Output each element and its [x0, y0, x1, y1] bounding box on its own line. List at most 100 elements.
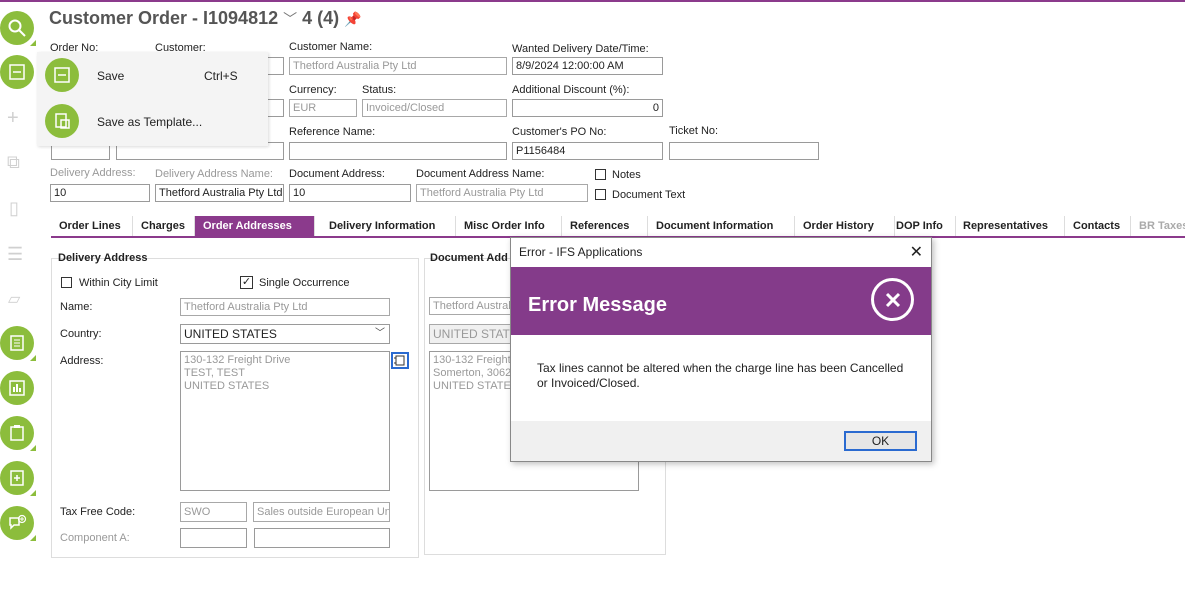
analysis-button[interactable]	[0, 371, 34, 405]
save-context-menu: Save Ctrl+S Save as Template...	[37, 52, 268, 146]
country-select[interactable]: UNITED STATES ﹀	[180, 324, 390, 344]
error-heading: Error Message	[528, 294, 667, 316]
delivery-address-name-label: Delivery Address Name:	[155, 168, 273, 180]
wanted-delivery-field[interactable]: 8/9/2024 12:00:00 AM	[512, 57, 663, 75]
tax-free-code-label: Tax Free Code:	[60, 506, 136, 518]
error-dialog: Error - IFS Applications ✕ Error Message…	[510, 237, 932, 462]
ok-button[interactable]: OK	[844, 431, 917, 451]
chat-corner-indicator	[30, 535, 36, 541]
tab-charges[interactable]: Charges	[133, 216, 195, 236]
single-occurrence-label: Single Occurrence	[259, 277, 350, 289]
document-country-field[interactable]: UNITED STATE	[429, 324, 514, 344]
dialog-footer: OK	[511, 421, 931, 461]
country-label: Country:	[60, 328, 102, 340]
dialog-caption: Error - IFS Applications	[519, 245, 643, 259]
list-icon[interactable]: ☰	[7, 244, 23, 264]
attachment-icon[interactable]: ▱	[8, 290, 20, 310]
chevron-down-icon: ﹀	[375, 328, 385, 339]
component-a-label: Component A:	[60, 532, 130, 544]
name-field[interactable]: Thetford Australia Pty Ltd	[180, 298, 390, 316]
page-title: Customer Order - I1094812 ﹀ 4 (4) 📌	[49, 8, 362, 29]
address-book-icon	[394, 355, 405, 366]
tab-order-lines[interactable]: Order Lines	[51, 216, 133, 236]
document-name-field[interactable]: Thetford Australia	[429, 297, 514, 315]
ticket-no-field[interactable]	[669, 142, 819, 160]
document-address-name-label: Document Address Name:	[416, 168, 545, 180]
menu-item-shortcut: Ctrl+S	[204, 69, 238, 83]
chat-button[interactable]	[0, 506, 34, 540]
error-x-icon	[871, 278, 914, 321]
currency-field[interactable]: EUR	[289, 99, 357, 117]
reference-name-label: Reference Name:	[289, 126, 376, 138]
status-field[interactable]: Invoiced/Closed	[362, 99, 507, 117]
address-book-button[interactable]	[391, 352, 409, 369]
clipboard-button[interactable]	[0, 416, 34, 450]
menu-item-save[interactable]: Save Ctrl+S	[37, 52, 268, 98]
delivery-address-name-field[interactable]: Thetford Australia Pty Ltd	[155, 184, 284, 202]
customer-name-label: Customer Name:	[289, 41, 373, 53]
component-a-description-field[interactable]	[254, 528, 390, 548]
delete-icon[interactable]: ▯	[9, 198, 19, 218]
wanted-delivery-label: Wanted Delivery Date/Time:	[512, 43, 649, 55]
new-document-corner-indicator	[30, 490, 36, 496]
menu-item-save-as-template[interactable]: Save as Template...	[37, 98, 268, 144]
reference-name-field[interactable]	[289, 142, 507, 160]
single-occurrence-checkbox[interactable]: ✓	[240, 276, 253, 289]
customer-po-field[interactable]: P1156484	[512, 142, 663, 160]
customer-po-label: Customer's PO No:	[512, 126, 607, 138]
component-a-field[interactable]	[180, 528, 247, 548]
document-address-label: Document Address:	[289, 168, 385, 180]
save-icon	[9, 64, 25, 80]
address-textarea[interactable]: 130-132 Freight Drive TEST, TEST UNITED …	[180, 351, 390, 491]
ticket-no-label: Ticket No:	[669, 125, 719, 137]
search-button[interactable]	[0, 11, 34, 45]
document-text-label: Document Text	[612, 189, 686, 201]
error-banner: Error Message	[511, 267, 931, 335]
tab-br-taxes[interactable]: BR Taxes	[1131, 216, 1185, 236]
name-label: Name:	[60, 301, 93, 313]
customer-name-field[interactable]: Thetford Australia Pty Ltd	[289, 57, 507, 75]
additional-discount-field[interactable]: 0	[512, 99, 663, 117]
document-text-checkbox[interactable]	[595, 189, 606, 200]
chevron-down-icon[interactable]: ﹀	[283, 11, 297, 27]
tab-contacts[interactable]: Contacts	[1065, 216, 1131, 236]
add-icon[interactable]: +	[7, 108, 19, 128]
duplicate-icon[interactable]: ⧉	[7, 152, 20, 172]
menu-item-label: Save as Template...	[97, 115, 203, 129]
tab-misc-order-info[interactable]: Misc Order Info	[456, 216, 562, 236]
save-menu-button[interactable]	[0, 55, 34, 89]
search-icon	[8, 19, 26, 37]
within-city-limit-label: Within City Limit	[79, 277, 158, 289]
report-corner-indicator	[30, 355, 36, 361]
chat-add-icon	[9, 514, 27, 530]
close-icon[interactable]: ✕	[910, 242, 923, 262]
pin-icon[interactable]: 📌	[344, 11, 361, 27]
tab-dop-info[interactable]: DOP Info	[888, 216, 956, 236]
menu-item-label: Save	[97, 69, 125, 83]
report-button[interactable]	[0, 326, 34, 360]
currency-label: Currency:	[289, 84, 337, 96]
status-label: Status:	[362, 84, 397, 96]
notes-checkbox[interactable]	[595, 169, 606, 180]
top-accent-line	[0, 0, 1185, 2]
tab-representatives[interactable]: Representatives	[955, 216, 1065, 236]
tab-bar: Order Lines Charges Order Addresses Deli…	[51, 216, 1185, 238]
add-document-icon	[10, 470, 24, 486]
tab-order-history[interactable]: Order History	[795, 216, 895, 236]
tax-free-code-field[interactable]: SWO	[180, 502, 247, 522]
new-document-button[interactable]	[0, 461, 34, 495]
delivery-address-field[interactable]: 10	[50, 184, 150, 202]
tab-references[interactable]: References	[562, 216, 648, 236]
delivery-address-label: Delivery Address:	[50, 167, 136, 179]
tax-free-description-field[interactable]: Sales outside European Unio	[253, 502, 390, 522]
document-address-name-field[interactable]: Thetford Australia Pty Ltd	[416, 184, 588, 202]
notes-label: Notes	[612, 169, 641, 181]
document-address-field[interactable]: 10	[289, 184, 411, 202]
tab-delivery-information[interactable]: Delivery Information	[321, 216, 456, 236]
additional-discount-label: Additional Discount (%):	[512, 84, 630, 96]
within-city-limit-checkbox[interactable]	[61, 277, 72, 288]
tab-document-information[interactable]: Document Information	[648, 216, 795, 236]
tab-order-addresses[interactable]: Order Addresses	[195, 216, 315, 236]
search-corner-indicator	[30, 40, 36, 46]
error-message: Tax lines cannot be altered when the cha…	[537, 361, 904, 390]
